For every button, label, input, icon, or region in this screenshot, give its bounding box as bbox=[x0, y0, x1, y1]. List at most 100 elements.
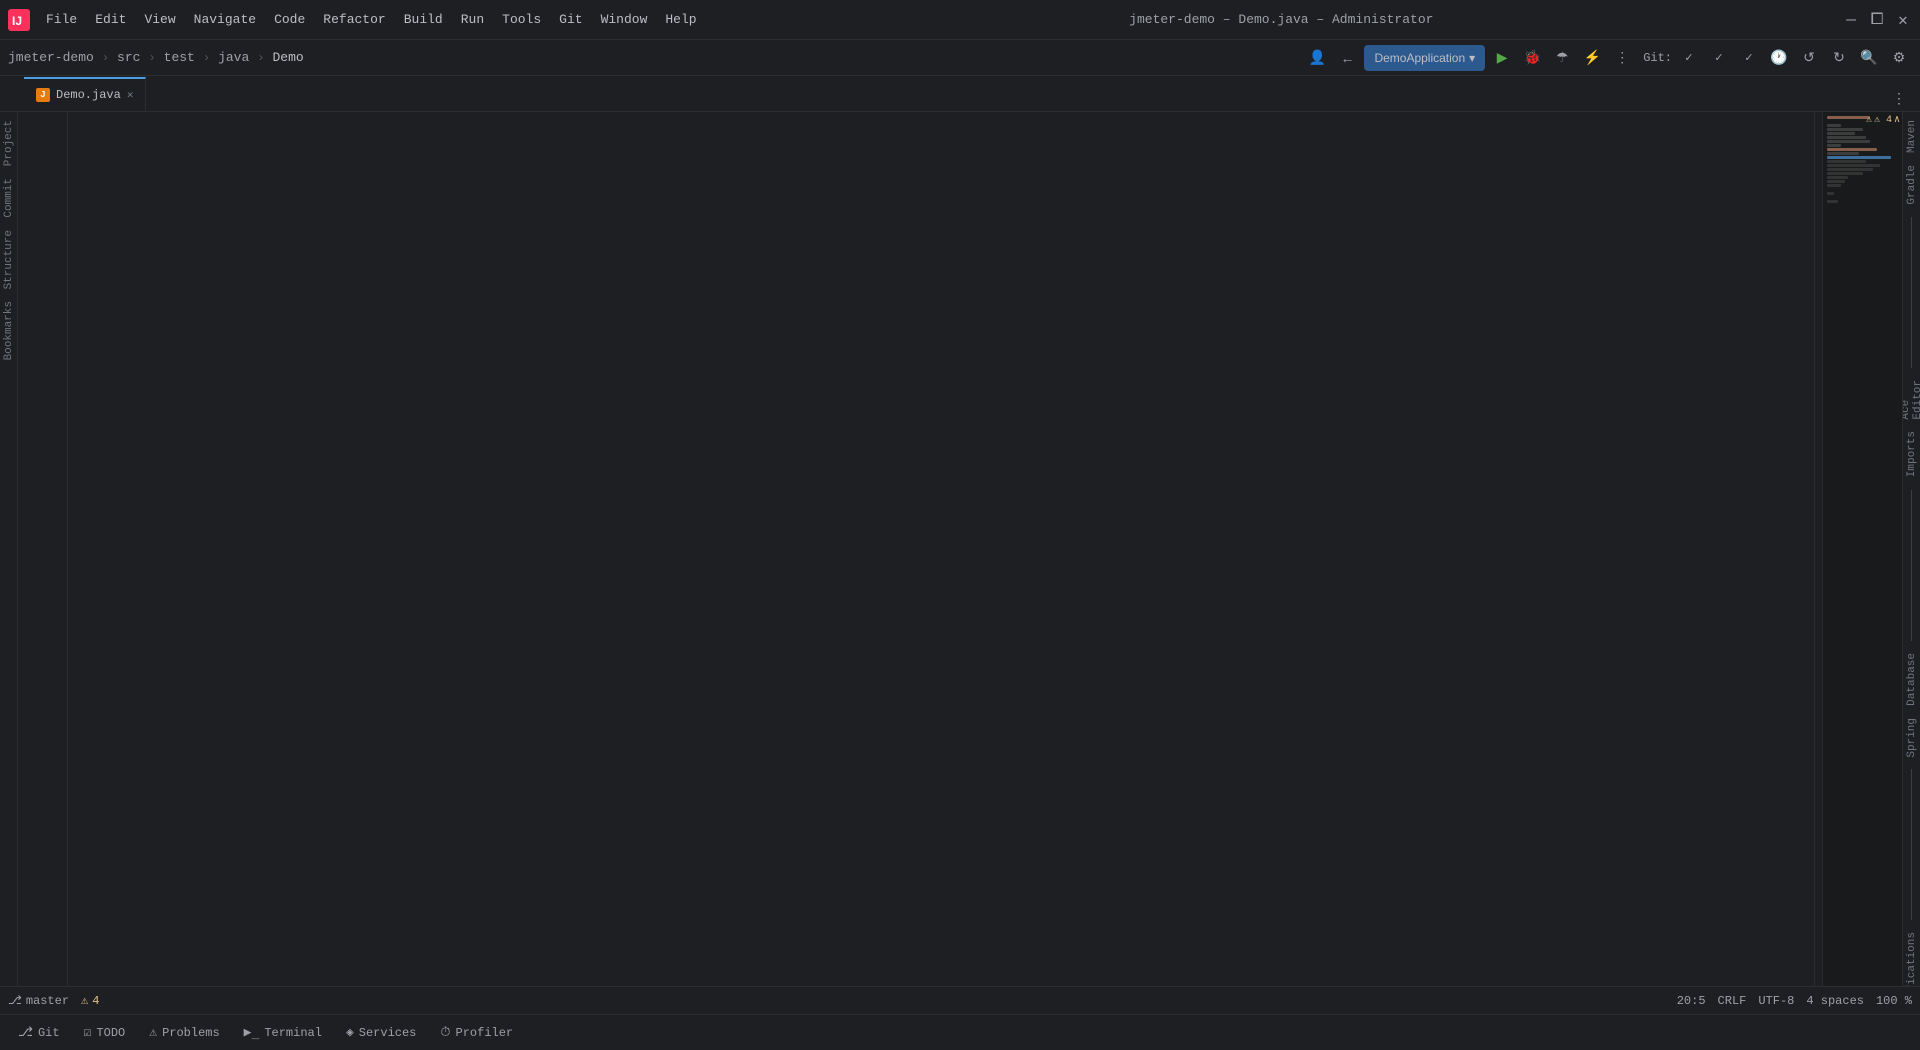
menu-git[interactable]: Git bbox=[551, 9, 590, 30]
bottom-tab-services[interactable]: ◈ Services bbox=[336, 1019, 426, 1047]
git-checkmark1[interactable]: ✓ bbox=[1676, 45, 1702, 71]
git-undo[interactable]: ↺ bbox=[1796, 45, 1822, 71]
minimap-expand-icon: ∧ bbox=[1894, 114, 1900, 126]
services-tab-label: Services bbox=[359, 1026, 417, 1040]
breadcrumb-sep-4: › bbox=[257, 51, 264, 65]
menu-file[interactable]: File bbox=[38, 9, 85, 30]
warning-count: ⚠ 4 bbox=[1874, 114, 1892, 126]
tab-close-button[interactable]: ✕ bbox=[127, 88, 134, 102]
bottom-tab-terminal[interactable]: ▶_ Terminal bbox=[234, 1019, 332, 1047]
status-cursor-position[interactable]: 20:5 bbox=[1677, 994, 1706, 1008]
nav-bar: jmeter-demo › src › test › java › Demo 👤… bbox=[0, 40, 1920, 76]
sidebar-label-bookmarks[interactable]: Bookmarks bbox=[1, 297, 17, 364]
zoom-level: 100 % bbox=[1876, 994, 1912, 1008]
vertical-scrollbar[interactable] bbox=[1814, 112, 1822, 1050]
sidebar-label-maven[interactable]: Maven bbox=[1904, 116, 1920, 157]
breadcrumb-test[interactable]: test bbox=[164, 50, 195, 65]
git-branch-name: master bbox=[26, 994, 69, 1008]
sidebar-label-project[interactable]: Project bbox=[1, 116, 17, 170]
profile-icon-button[interactable]: 👤 bbox=[1304, 45, 1330, 71]
sidebar-label-gradle[interactable]: Gradle bbox=[1904, 161, 1920, 209]
run-button[interactable]: ▶ bbox=[1489, 45, 1515, 71]
dropdown-arrow-icon: ▾ bbox=[1469, 51, 1475, 65]
close-button[interactable]: ✕ bbox=[1894, 11, 1912, 29]
status-warning-count: 4 bbox=[92, 994, 99, 1008]
git-time[interactable]: 🕐 bbox=[1766, 45, 1792, 71]
breadcrumb-sep-1: › bbox=[102, 51, 109, 65]
breadcrumb-project[interactable]: jmeter-demo bbox=[8, 50, 94, 65]
menu-view[interactable]: View bbox=[136, 9, 183, 30]
sidebar-separator-1 bbox=[1911, 217, 1912, 368]
status-line-ending[interactable]: CRLF bbox=[1718, 994, 1747, 1008]
breadcrumb-sep-3: › bbox=[203, 51, 210, 65]
maximize-button[interactable]: ⧠ bbox=[1868, 11, 1886, 29]
git-checkmark2[interactable]: ✓ bbox=[1706, 45, 1732, 71]
debug-button[interactable]: 🐞 bbox=[1519, 45, 1545, 71]
bottom-tab-git[interactable]: ⎇ Git bbox=[8, 1019, 70, 1047]
menu-navigate[interactable]: Navigate bbox=[186, 9, 264, 30]
status-indent[interactable]: 4 spaces bbox=[1806, 994, 1864, 1008]
app-logo: IJ bbox=[8, 9, 30, 31]
back-button[interactable]: ← bbox=[1334, 45, 1360, 71]
breadcrumb-demo[interactable]: Demo bbox=[272, 50, 303, 65]
status-bar: ⎇ master ⚠ 4 20:5 CRLF UTF-8 4 spaces 10… bbox=[0, 986, 1920, 1014]
window-controls: — ⧠ ✕ bbox=[1842, 11, 1912, 29]
terminal-tab-label: Terminal bbox=[264, 1026, 322, 1040]
bottom-tab-profiler[interactable]: ⏱ Profiler bbox=[430, 1019, 523, 1047]
git-redo[interactable]: ↻ bbox=[1826, 45, 1852, 71]
code-editor[interactable]: ⚠ ⚠ 4 ∧ bbox=[18, 112, 1902, 1050]
terminal-tab-icon: ▶_ bbox=[244, 1025, 260, 1040]
sidebar-label-spring[interactable]: Spring bbox=[1904, 714, 1920, 762]
tabs-more-button[interactable]: ⋮ bbox=[1886, 85, 1912, 111]
status-warnings[interactable]: ⚠ 4 bbox=[81, 993, 99, 1008]
java-file-icon: J bbox=[36, 88, 50, 102]
minimap[interactable]: ⚠ ⚠ 4 ∧ bbox=[1822, 112, 1902, 1050]
more-run-button[interactable]: ⋮ bbox=[1609, 45, 1635, 71]
profiler-tab-label: Profiler bbox=[456, 1026, 514, 1040]
right-sidebar-labels: Maven Gradle Ace Editor Imports Database… bbox=[1902, 112, 1920, 1050]
git-label: Git: bbox=[1643, 51, 1672, 65]
code-content[interactable] bbox=[68, 112, 1814, 1050]
menu-build[interactable]: Build bbox=[396, 9, 451, 30]
breadcrumb-java[interactable]: java bbox=[218, 50, 249, 65]
menu-tools[interactable]: Tools bbox=[494, 9, 549, 30]
coverage-button[interactable]: ☂ bbox=[1549, 45, 1575, 71]
minimap-warning[interactable]: ⚠ ⚠ 4 ∧ bbox=[1866, 114, 1900, 126]
title-bar: IJ File Edit View Navigate Code Refactor… bbox=[0, 0, 1920, 40]
line-numbers bbox=[18, 112, 68, 1050]
sidebar-label-structure[interactable]: Structure bbox=[1, 226, 17, 293]
search-button[interactable]: 🔍 bbox=[1856, 45, 1882, 71]
menu-run[interactable]: Run bbox=[453, 9, 492, 30]
sidebar-label-ace-editor[interactable]: Ace Editor bbox=[1902, 376, 1920, 424]
run-configuration: 👤 ← DemoApplication ▾ ▶ 🐞 ☂ ⚡ ⋮ Git: ✓ ✓… bbox=[1304, 45, 1912, 71]
bottom-tab-todo[interactable]: ☑ TODO bbox=[74, 1019, 136, 1047]
sidebar-separator-2 bbox=[1911, 490, 1912, 641]
sidebar-label-imports[interactable]: Imports bbox=[1904, 427, 1920, 481]
menu-edit[interactable]: Edit bbox=[87, 9, 134, 30]
run-config-dropdown[interactable]: DemoApplication ▾ bbox=[1364, 45, 1485, 71]
menu-help[interactable]: Help bbox=[657, 9, 704, 30]
bottom-tab-problems[interactable]: ⚠ Problems bbox=[139, 1019, 229, 1047]
status-encoding[interactable]: UTF-8 bbox=[1758, 994, 1794, 1008]
bottom-tool-bar: ⎇ Git ☑ TODO ⚠ Problems ▶_ Terminal ◈ Se… bbox=[0, 1014, 1920, 1050]
tab-label: Demo.java bbox=[56, 88, 121, 102]
menu-code[interactable]: Code bbox=[266, 9, 313, 30]
window-title: jmeter-demo – Demo.java – Administrator bbox=[721, 12, 1842, 27]
profile-button[interactable]: ⚡ bbox=[1579, 45, 1605, 71]
status-right-section: 20:5 CRLF UTF-8 4 spaces 100 % bbox=[1677, 994, 1912, 1008]
status-git-icon[interactable]: ⎇ master bbox=[8, 993, 69, 1008]
sidebar-label-commit[interactable]: Commit bbox=[1, 174, 17, 222]
settings-button[interactable]: ⚙ bbox=[1886, 45, 1912, 71]
breadcrumb-src[interactable]: src bbox=[117, 50, 140, 65]
tab-demo-java[interactable]: J Demo.java ✕ bbox=[24, 77, 146, 111]
menu-refactor[interactable]: Refactor bbox=[315, 9, 393, 30]
sidebar-label-database[interactable]: Database bbox=[1904, 649, 1920, 710]
minimize-button[interactable]: — bbox=[1842, 11, 1860, 29]
menu-window[interactable]: Window bbox=[593, 9, 656, 30]
git-checkmark3[interactable]: ✓ bbox=[1736, 45, 1762, 71]
git-branch-icon: ⎇ bbox=[8, 993, 22, 1008]
minimap-content bbox=[1823, 112, 1902, 212]
todo-tab-icon: ☑ bbox=[84, 1025, 92, 1040]
sidebar-separator-3 bbox=[1911, 769, 1912, 920]
warning-icon: ⚠ bbox=[1866, 114, 1872, 126]
